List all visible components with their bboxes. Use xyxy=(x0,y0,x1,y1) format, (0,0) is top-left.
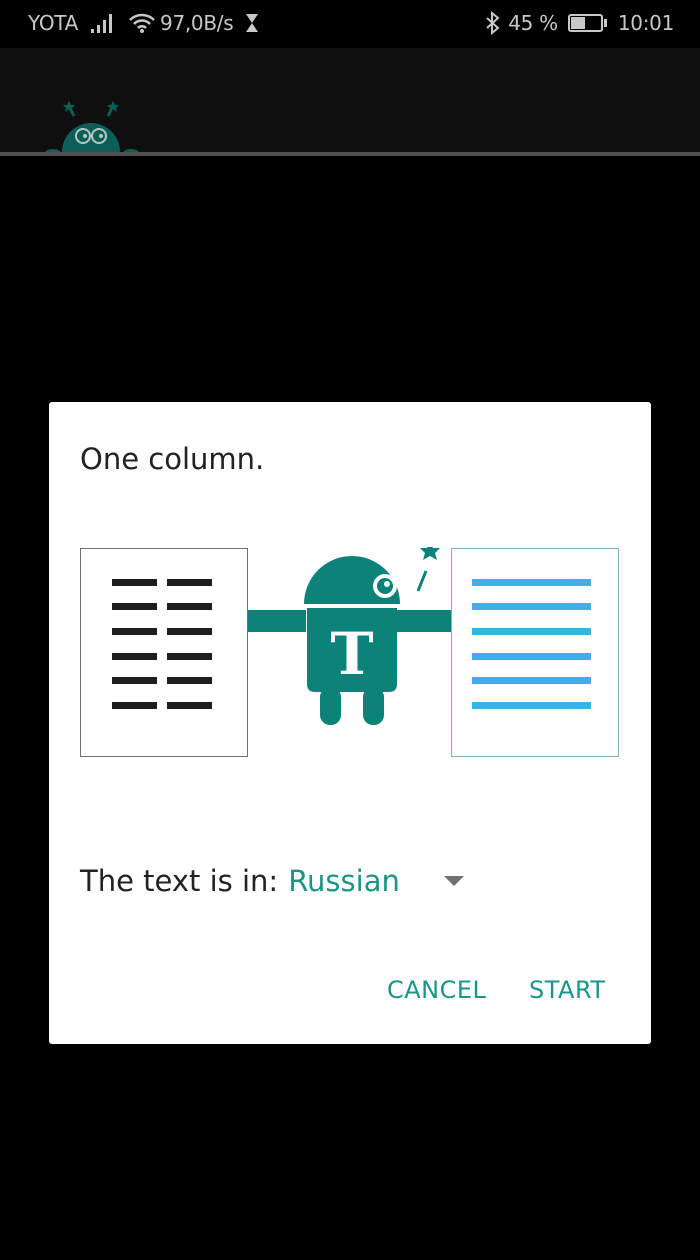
robot-mascot-icon xyxy=(44,100,144,160)
start-button[interactable]: START xyxy=(529,976,606,1004)
cancel-button[interactable]: CANCEL xyxy=(387,976,486,1004)
dropdown-arrow-icon[interactable] xyxy=(443,876,464,886)
robot-right-arm xyxy=(396,610,452,632)
language-selector[interactable]: The text is in: Russian xyxy=(80,864,464,898)
wifi-icon xyxy=(129,13,155,33)
signal-icon xyxy=(91,14,113,33)
hourglass-icon xyxy=(246,14,259,32)
network-speed: 97,0B/s xyxy=(160,11,234,35)
column-mode-dialog: One column. T The text is in: Russian CA… xyxy=(49,402,651,1044)
carrier-name: YOTA xyxy=(28,11,79,35)
status-bar: YOTA 97,0B/s 45 % 10:01 xyxy=(0,0,700,48)
language-value[interactable]: Russian xyxy=(288,864,400,898)
svg-text:T: T xyxy=(330,620,373,688)
robot-left-arm xyxy=(248,610,306,632)
battery-percent: 45 % xyxy=(508,11,558,35)
clock: 10:01 xyxy=(617,11,674,35)
battery-icon xyxy=(567,14,607,32)
language-label: The text is in: xyxy=(80,864,279,898)
two-column-page-icon xyxy=(80,548,248,757)
bluetooth-icon xyxy=(486,11,500,35)
robot-t-mascot-icon: T xyxy=(304,547,440,725)
dialog-title: One column. xyxy=(80,442,265,476)
app-bar-divider xyxy=(0,152,700,156)
column-illustration: T xyxy=(80,547,619,757)
one-column-page-icon xyxy=(451,548,619,757)
